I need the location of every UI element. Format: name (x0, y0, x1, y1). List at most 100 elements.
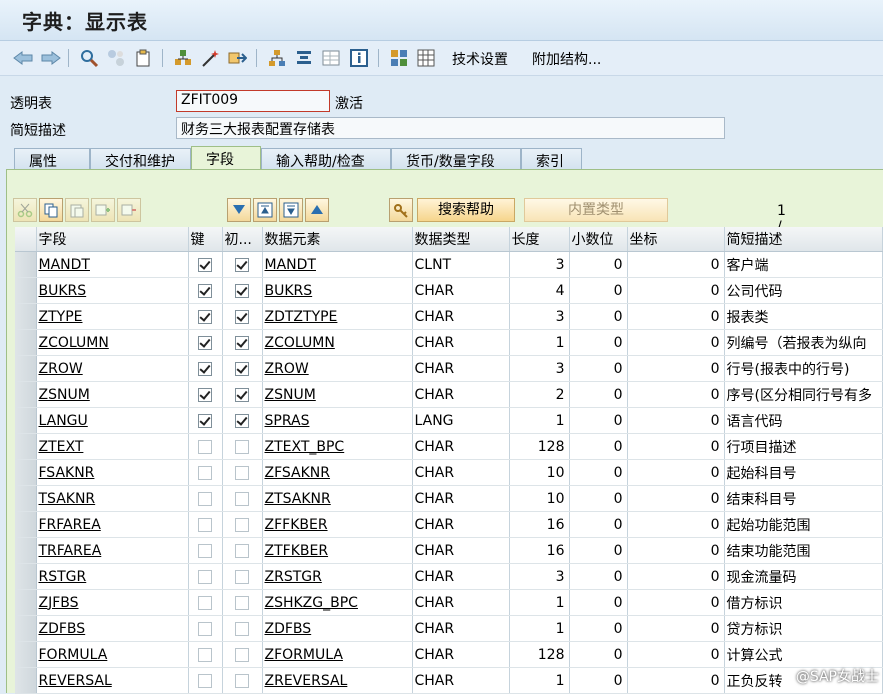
initial-checkbox[interactable] (235, 257, 249, 272)
initial-checkbox[interactable] (235, 361, 249, 376)
table-row[interactable]: FORMULA ZFORMULA CHAR 128 0 0 计算公式 (15, 641, 883, 668)
row-selector[interactable] (15, 407, 37, 434)
initial-checkbox[interactable] (235, 413, 249, 428)
key-checkbox[interactable] (198, 569, 212, 584)
col-data-element[interactable]: 数据元素 (262, 227, 413, 252)
data-element[interactable]: ZSNUM (265, 387, 316, 403)
field-name-cell[interactable]: TSAKNR (36, 485, 189, 512)
magic-wand-icon[interactable] (199, 47, 221, 69)
field-name-cell[interactable]: REVERSAL (36, 667, 189, 694)
row-selector[interactable] (15, 537, 37, 564)
row-selector[interactable] (15, 641, 37, 668)
table-row[interactable]: FSAKNR ZFSAKNR CHAR 10 0 0 起始科目号 (15, 459, 883, 486)
data-element[interactable]: ZTEXT_BPC (265, 439, 345, 455)
previous-page-icon[interactable] (279, 198, 303, 222)
short-desc-field[interactable]: 财务三大报表配置存储表 (176, 117, 725, 139)
data-element-cell[interactable]: ZDTZTYPE (262, 303, 413, 330)
col-length[interactable]: 长度 (509, 227, 570, 252)
row-selector[interactable] (15, 329, 37, 356)
where-used-icon[interactable] (172, 47, 194, 69)
col-short-desc[interactable]: 简短描述 (724, 227, 883, 252)
col-decimals[interactable]: 小数位 (569, 227, 628, 252)
tab-input-help-check[interactable]: 输入帮助/检查 (261, 148, 391, 170)
field-name[interactable]: ZDFBS (39, 621, 86, 637)
data-element[interactable]: ZFSAKNR (265, 465, 331, 481)
field-name-cell[interactable]: RSTGR (36, 563, 189, 590)
tab-fields[interactable]: 字段 (191, 146, 261, 170)
forward-arrow-icon[interactable] (40, 47, 62, 69)
row-selector[interactable] (15, 615, 37, 642)
initial-checkbox[interactable] (235, 491, 249, 506)
key-checkbox[interactable] (198, 309, 212, 324)
data-element[interactable]: MANDT (265, 257, 316, 273)
data-element-cell[interactable]: ZFFKBER (262, 511, 413, 538)
table-row[interactable]: LANGU SPRAS LANG 1 0 0 语言代码 (15, 407, 883, 434)
data-element-cell[interactable]: ZFORMULA (262, 641, 413, 668)
grid-icon[interactable] (415, 47, 437, 69)
table-row[interactable]: ZJFBS ZSHKZG_BPC CHAR 1 0 0 借方标识 (15, 589, 883, 616)
field-name-cell[interactable]: ZROW (36, 355, 189, 382)
field-name-cell[interactable]: ZSNUM (36, 381, 189, 408)
col-coordinate[interactable]: 坐标 (627, 227, 725, 252)
data-element-cell[interactable]: ZCOLUMN (262, 329, 413, 356)
field-name[interactable]: LANGU (39, 413, 88, 429)
data-element[interactable]: ZREVERSAL (265, 673, 348, 689)
table-row[interactable]: FRFAREA ZFFKBER CHAR 16 0 0 起始功能范围 (15, 511, 883, 538)
data-element-cell[interactable]: ZSHKZG_BPC (262, 589, 413, 616)
field-name-cell[interactable]: FORMULA (36, 641, 189, 668)
field-name[interactable]: ZTEXT (39, 439, 84, 455)
field-name[interactable]: RSTGR (39, 569, 87, 585)
layout-icon[interactable] (388, 47, 410, 69)
data-element-cell[interactable]: MANDT (262, 251, 413, 278)
key-checkbox[interactable] (198, 465, 212, 480)
cut-icon[interactable] (13, 198, 37, 222)
tab-attributes[interactable]: 属性 (14, 148, 90, 170)
initial-checkbox[interactable] (235, 335, 249, 350)
field-name[interactable]: ZSNUM (39, 387, 90, 403)
table-name-field[interactable]: ZFIT009 (176, 90, 330, 112)
navigation-window-icon[interactable] (226, 47, 248, 69)
field-name[interactable]: TRFAREA (39, 543, 102, 559)
key-checkbox[interactable] (198, 621, 212, 636)
table-row[interactable]: ZTYPE ZDTZTYPE CHAR 3 0 0 报表类 (15, 303, 883, 330)
row-selector[interactable] (15, 381, 37, 408)
field-name[interactable]: ZTYPE (39, 309, 83, 325)
field-name-cell[interactable]: ZTYPE (36, 303, 189, 330)
col-key[interactable]: 键 (188, 227, 223, 252)
table-row[interactable]: RSTGR ZRSTGR CHAR 3 0 0 现金流量码 (15, 563, 883, 590)
key-checkbox[interactable] (198, 439, 212, 454)
field-name-cell[interactable]: ZDFBS (36, 615, 189, 642)
key-checkbox[interactable] (198, 673, 212, 688)
key-checkbox[interactable] (198, 257, 212, 272)
first-page-icon[interactable] (253, 198, 277, 222)
data-element-cell[interactable]: ZTSAKNR (262, 485, 413, 512)
key-checkbox[interactable] (198, 517, 212, 532)
data-element-cell[interactable]: ZTFKBER (262, 537, 413, 564)
field-name[interactable]: ZCOLUMN (39, 335, 109, 351)
field-name[interactable]: FORMULA (39, 647, 108, 663)
col-field[interactable]: 字段 (36, 227, 189, 252)
key-checkbox[interactable] (198, 491, 212, 506)
row-selector[interactable] (15, 433, 37, 460)
initial-checkbox[interactable] (235, 517, 249, 532)
activate-icon[interactable] (133, 47, 155, 69)
row-selector[interactable] (15, 459, 37, 486)
row-selector[interactable] (15, 303, 37, 330)
insert-row-icon[interactable] (91, 198, 115, 222)
delete-row-icon[interactable] (117, 198, 141, 222)
collapse-icon[interactable] (227, 198, 251, 222)
table-row[interactable]: ZROW ZROW CHAR 3 0 0 行号(报表中的行号) (15, 355, 883, 382)
field-name-cell[interactable]: ZTEXT (36, 433, 189, 460)
data-element[interactable]: ZDTZTYPE (265, 309, 338, 325)
initial-checkbox[interactable] (235, 283, 249, 298)
align-center-icon[interactable] (293, 47, 315, 69)
table-row[interactable]: TSAKNR ZTSAKNR CHAR 10 0 0 结束科目号 (15, 485, 883, 512)
field-name[interactable]: ZROW (39, 361, 83, 377)
field-name-cell[interactable]: LANGU (36, 407, 189, 434)
table-row[interactable]: REVERSAL ZREVERSAL CHAR 1 0 0 正负反转 (15, 667, 883, 694)
tab-delivery-maintenance[interactable]: 交付和维护 (90, 148, 191, 170)
field-name[interactable]: FSAKNR (39, 465, 95, 481)
data-element[interactable]: ZFFKBER (265, 517, 328, 533)
field-name[interactable]: TSAKNR (39, 491, 96, 507)
field-name[interactable]: REVERSAL (39, 673, 112, 689)
